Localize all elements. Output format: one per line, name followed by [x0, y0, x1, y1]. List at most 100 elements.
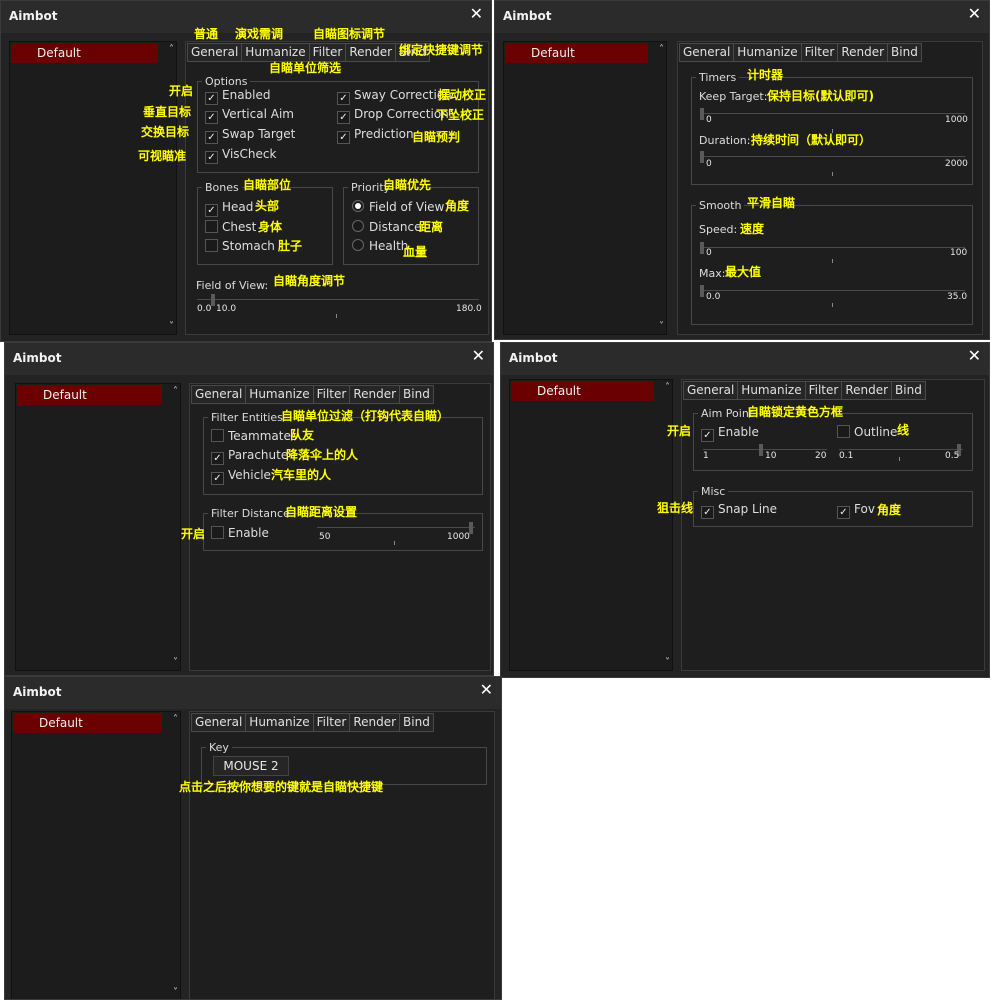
priority-fov-radio[interactable]: Field of View: [352, 200, 444, 215]
keep-max: 1000: [945, 115, 968, 125]
parachute-checkbox[interactable]: ✓ Parachute: [211, 448, 288, 465]
tab-filter[interactable]: Filter: [804, 381, 843, 400]
slider-handle[interactable]: [700, 285, 704, 297]
vehicle-checkbox[interactable]: ✓ Vehicle: [211, 468, 271, 485]
chevron-down-icon[interactable]: ˅: [173, 657, 178, 668]
annotation: 汽车里的人: [271, 468, 332, 482]
chevron-up-icon[interactable]: ˄: [169, 44, 174, 55]
profile-list[interactable]: Default ˄ ˅: [15, 383, 181, 671]
tab-filter[interactable]: Filter: [312, 385, 351, 404]
bone-stomach-checkbox[interactable]: Stomach: [205, 239, 275, 254]
titlebar[interactable]: Aimbot ✕: [495, 1, 989, 33]
outline-checkbox[interactable]: Outline: [837, 425, 897, 440]
chevron-up-icon[interactable]: ˄: [659, 44, 664, 55]
tab-humanize[interactable]: Humanize: [245, 713, 314, 732]
prediction-checkbox[interactable]: ✓ Prediction: [337, 127, 414, 144]
tab-filter[interactable]: Filter: [308, 43, 347, 62]
tab-humanize[interactable]: Humanize: [245, 385, 314, 404]
chevron-down-icon[interactable]: ˅: [659, 321, 664, 332]
chevron-up-icon[interactable]: ˄: [173, 386, 178, 397]
close-icon[interactable]: ✕: [968, 346, 981, 365]
chevron-up-icon[interactable]: ˄: [665, 382, 670, 393]
max-max: 35.0: [947, 292, 968, 302]
max-slider[interactable]: [701, 290, 965, 291]
check-icon: ✓: [205, 151, 218, 164]
fov-checkbox[interactable]: ✓ Fov: [837, 502, 875, 519]
profile-list[interactable]: Default ˄ ˅: [503, 41, 667, 335]
tab-filter[interactable]: Filter: [312, 713, 351, 732]
tab-general[interactable]: General: [191, 713, 247, 732]
priority-distance-radio[interactable]: Distance: [352, 220, 421, 235]
close-icon[interactable]: ✕: [968, 4, 981, 23]
profile-item-default[interactable]: Default: [17, 385, 162, 405]
tab-general[interactable]: General: [187, 43, 243, 62]
group-title: Timers: [696, 71, 740, 84]
annotation: 自瞄部位: [243, 178, 292, 192]
bone-chest-checkbox[interactable]: Chest: [205, 220, 256, 235]
thickness-slider[interactable]: [839, 449, 963, 450]
duration-slider[interactable]: [701, 156, 965, 157]
slider-handle[interactable]: [759, 444, 763, 456]
snap-line-checkbox[interactable]: ✓ Snap Line: [701, 502, 777, 519]
tab-render[interactable]: Render: [349, 385, 401, 404]
distance-max: 1000: [447, 532, 470, 542]
tab-general[interactable]: General: [679, 43, 735, 62]
tab-render[interactable]: Render: [345, 43, 397, 62]
distance-enable-checkbox[interactable]: Enable: [211, 526, 269, 541]
tab-bind[interactable]: Bind: [399, 713, 434, 732]
aimbot-window-render: Aimbot ✕ Default ˄ ˅ General Humanize Fi…: [500, 342, 990, 678]
enabled-checkbox[interactable]: ✓ Enabled: [205, 88, 271, 105]
bone-head-checkbox[interactable]: ✓ Head: [205, 200, 253, 217]
speed-slider[interactable]: [701, 247, 965, 248]
profile-list[interactable]: Default ˄ ˅: [11, 711, 181, 999]
tab-render[interactable]: Render: [837, 43, 889, 62]
profile-item-default[interactable]: Default: [11, 43, 158, 63]
check-icon: ✓: [337, 92, 350, 105]
annotation: 身体: [258, 220, 283, 234]
tab-render[interactable]: Render: [349, 713, 401, 732]
close-icon[interactable]: ✕: [472, 346, 485, 365]
slider-handle[interactable]: [211, 294, 215, 306]
slider-handle[interactable]: [700, 242, 704, 254]
priority-health-radio[interactable]: Health: [352, 239, 408, 254]
tab-humanize[interactable]: Humanize: [737, 381, 806, 400]
chevron-down-icon[interactable]: ˅: [173, 987, 178, 998]
profile-item-default[interactable]: Default: [511, 381, 654, 401]
key-bind-button[interactable]: MOUSE 2: [213, 756, 289, 776]
titlebar[interactable]: Aimbot ✕: [5, 343, 493, 375]
vertical-aim-checkbox[interactable]: ✓ Vertical Aim: [205, 107, 294, 124]
vischeck-checkbox[interactable]: ✓ VisCheck: [205, 147, 276, 164]
profile-list[interactable]: Default ˄ ˅: [509, 379, 673, 671]
tab-general[interactable]: General: [683, 381, 739, 400]
drop-correction-checkbox[interactable]: ✓ Drop Correction: [337, 107, 449, 124]
teammates-checkbox[interactable]: Teammates: [211, 429, 297, 444]
sway-correction-checkbox[interactable]: ✓ Sway Correction: [337, 88, 452, 105]
tab-humanize[interactable]: Humanize: [733, 43, 802, 62]
chevron-down-icon[interactable]: ˅: [665, 657, 670, 668]
chevron-down-icon[interactable]: ˅: [169, 321, 174, 332]
aim-point-enable-checkbox[interactable]: ✓ Enable: [701, 425, 759, 442]
duration-min: 0: [706, 159, 712, 169]
profile-item-default[interactable]: Default: [505, 43, 648, 63]
swap-target-checkbox[interactable]: ✓ Swap Target: [205, 127, 295, 144]
tab-general[interactable]: General: [191, 385, 247, 404]
distance-slider[interactable]: [317, 527, 475, 528]
tab-bind[interactable]: Bind: [887, 43, 922, 62]
chevron-up-icon[interactable]: ˄: [173, 714, 178, 725]
tab-bind[interactable]: Bind: [891, 381, 926, 400]
tab-humanize[interactable]: Humanize: [241, 43, 310, 62]
slider-handle[interactable]: [700, 151, 704, 163]
tab-bind[interactable]: Bind: [399, 385, 434, 404]
slider-handle[interactable]: [700, 108, 704, 120]
tab-render[interactable]: Render: [841, 381, 893, 400]
close-icon[interactable]: ✕: [470, 4, 483, 23]
titlebar[interactable]: Aimbot ✕: [501, 343, 989, 375]
close-icon[interactable]: ✕: [480, 680, 493, 699]
size-slider[interactable]: [703, 449, 827, 450]
tab-filter[interactable]: Filter: [800, 43, 839, 62]
keep-target-slider[interactable]: [701, 113, 965, 114]
profile-list[interactable]: Default ˄ ˅: [9, 41, 177, 335]
fov-slider[interactable]: [197, 299, 479, 300]
profile-item-default[interactable]: Default: [13, 713, 162, 733]
titlebar[interactable]: Aimbot ✕: [5, 677, 501, 709]
